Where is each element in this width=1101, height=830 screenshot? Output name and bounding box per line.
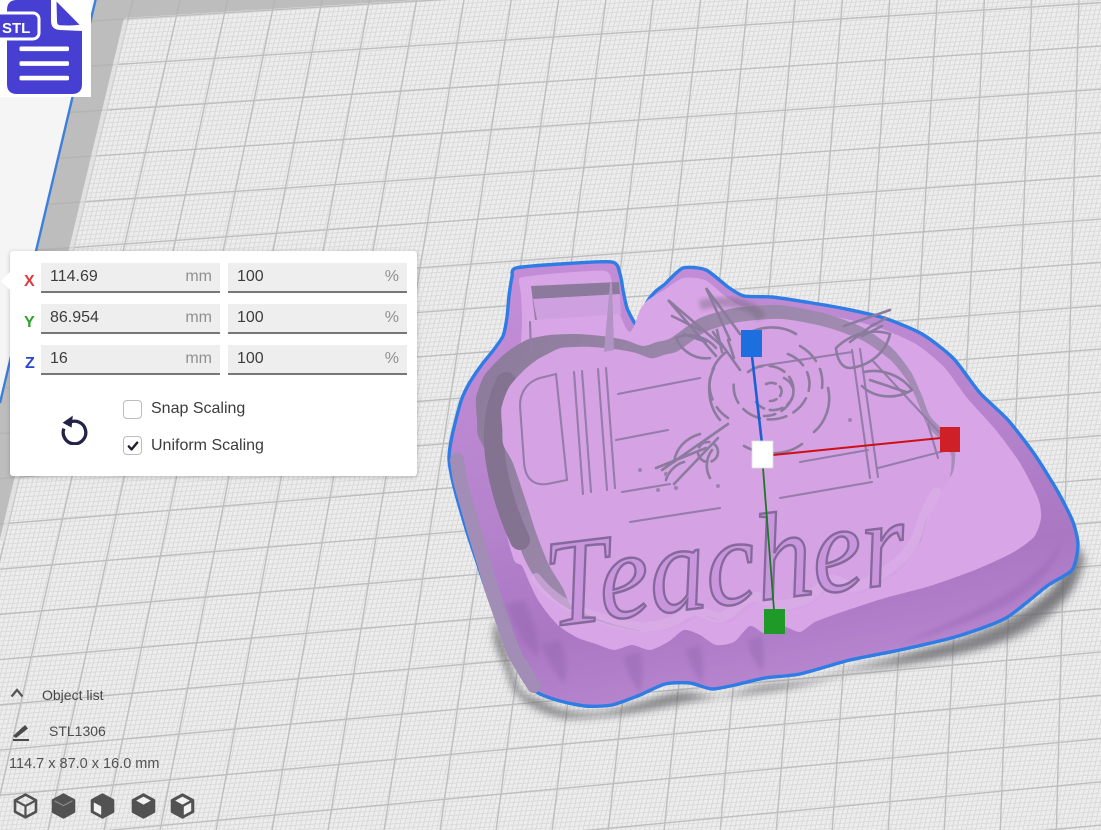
svg-text:STL: STL [2,20,30,37]
